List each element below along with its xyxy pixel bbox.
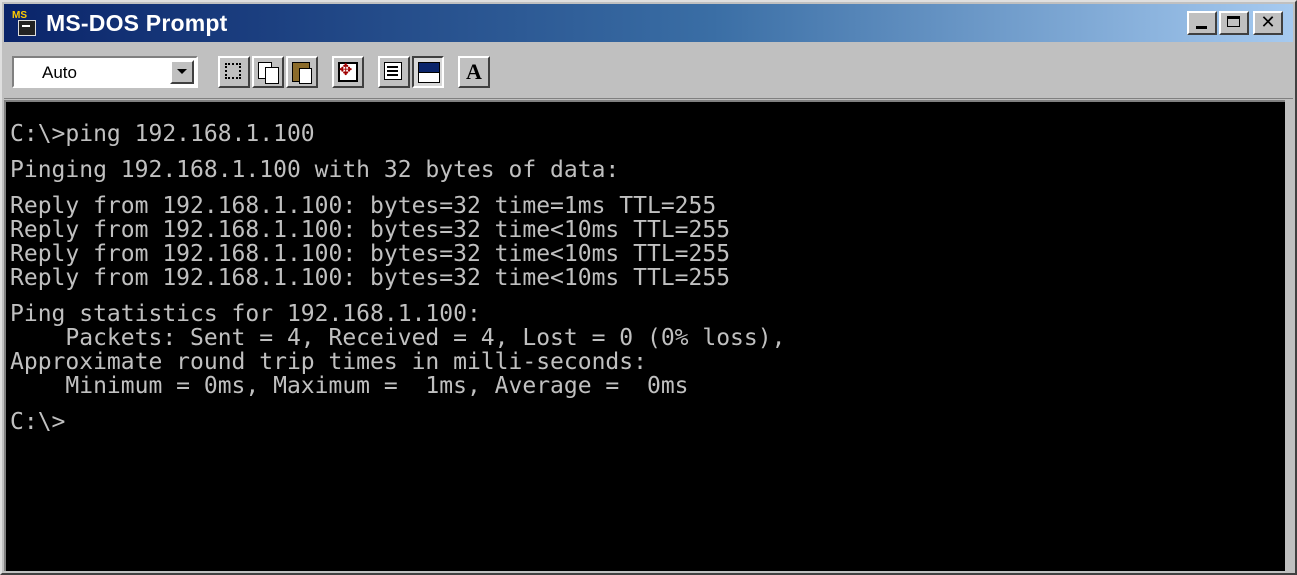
font-size-value: Auto (42, 63, 77, 82)
title-bar[interactable]: MS MS-DOS Prompt ✕ (4, 4, 1293, 42)
mark-icon (220, 58, 248, 86)
properties-icon (380, 58, 408, 86)
maximize-icon (1227, 16, 1240, 27)
msdos-icon[interactable]: MS (12, 10, 38, 36)
window-border (1285, 100, 1293, 571)
window-controls: ✕ (1185, 11, 1283, 35)
font-size-select[interactable]: Auto (12, 56, 198, 88)
console-line: Ping statistics for 192.168.1.100: (10, 301, 481, 327)
close-button[interactable]: ✕ (1253, 11, 1283, 35)
console-line: C:\>ping 192.168.1.100 (10, 121, 315, 147)
console-line: Approximate round trip times in milli-se… (10, 349, 647, 375)
full-screen-icon (334, 58, 362, 86)
properties-button[interactable] (378, 56, 410, 88)
console-output[interactable]: C:\>ping 192.168.1.100 Pinging 192.168.1.… (4, 100, 1285, 571)
full-screen-button[interactable] (332, 56, 364, 88)
maximize-button[interactable] (1219, 11, 1249, 35)
font-icon (460, 58, 488, 86)
mark-button[interactable] (218, 56, 250, 88)
background-button[interactable] (412, 56, 444, 88)
minimize-icon (1196, 26, 1207, 29)
console-line: Reply from 192.168.1.100: bytes=32 time=… (10, 193, 717, 219)
msdos-window: MS MS-DOS Prompt ✕ Auto C:\>ping 192. (0, 0, 1297, 575)
minimize-button[interactable] (1187, 11, 1217, 35)
copy-button[interactable] (252, 56, 284, 88)
console-line: Packets: Sent = 4, Received = 4, Lost = … (10, 325, 786, 351)
background-icon (414, 58, 442, 86)
paste-icon (288, 58, 316, 86)
console-text: C:\>ping 192.168.1.100 Pinging 192.168.1.… (6, 102, 1285, 434)
console-line: Reply from 192.168.1.100: bytes=32 time<… (10, 241, 731, 267)
window-title: MS-DOS Prompt (46, 9, 228, 36)
console-line: Reply from 192.168.1.100: bytes=32 time<… (10, 265, 731, 291)
console-line: Minimum = 0ms, Maximum = 1ms, Average = … (10, 373, 689, 399)
console-line: Pinging 192.168.1.100 with 32 bytes of d… (10, 157, 620, 183)
console-line: C:\> (10, 409, 66, 435)
console-line: Reply from 192.168.1.100: bytes=32 time<… (10, 217, 731, 243)
dropdown-arrow-icon[interactable] (170, 60, 194, 84)
copy-icon (254, 58, 282, 86)
font-button[interactable] (458, 56, 490, 88)
paste-button[interactable] (286, 56, 318, 88)
close-icon: ✕ (1260, 12, 1276, 33)
toolbar: Auto (4, 44, 1293, 99)
